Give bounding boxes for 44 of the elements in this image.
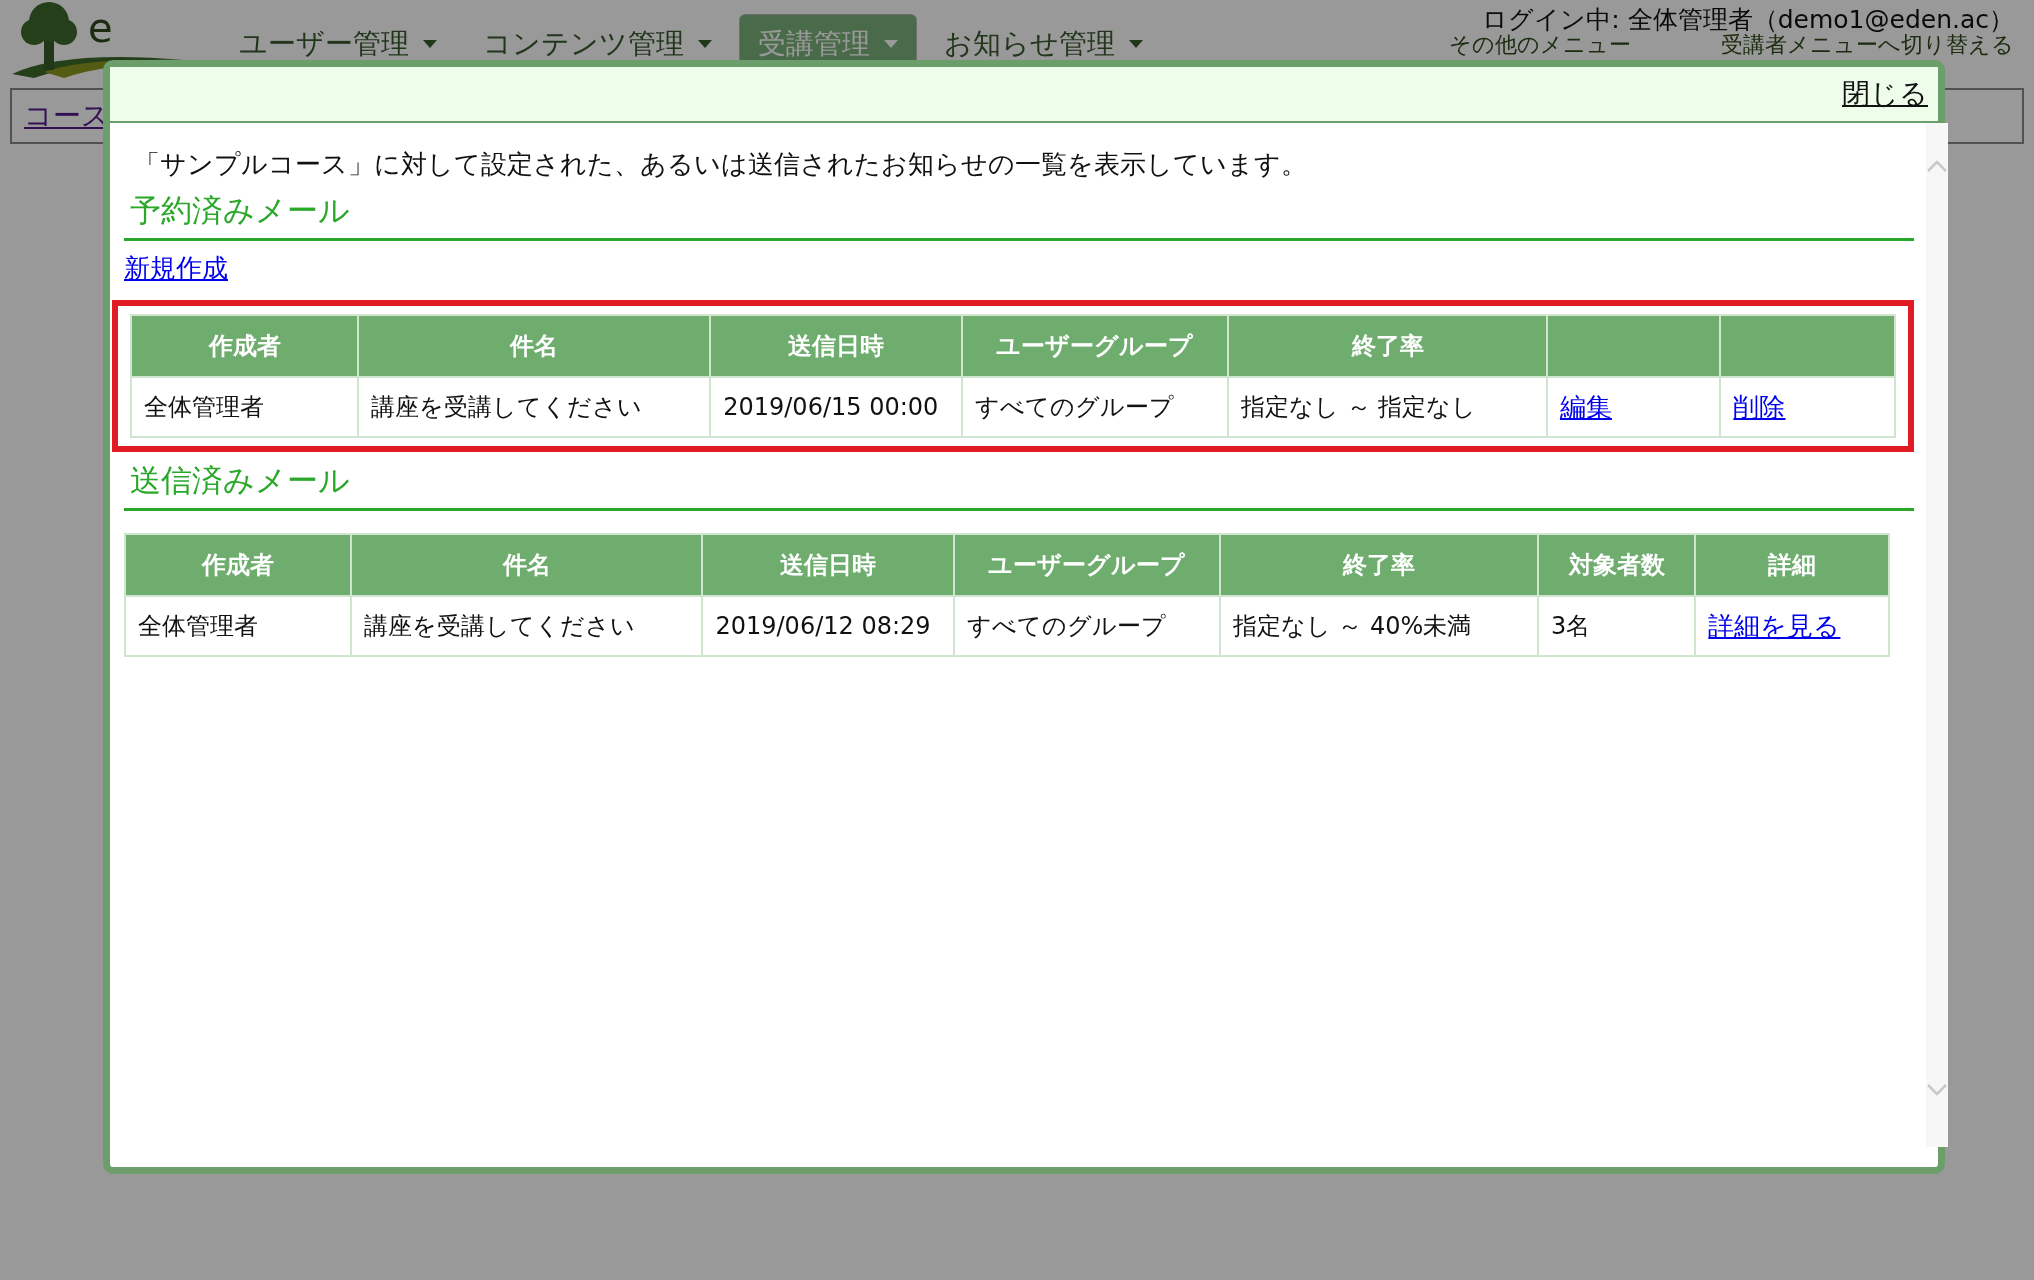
scroll-down-icon[interactable]: [1926, 1083, 1948, 1097]
column-header: 対象者数: [1538, 534, 1696, 596]
caret-icon: [1129, 40, 1143, 48]
nav-menu[interactable]: ユーザー管理: [220, 14, 456, 74]
caret-icon: [698, 40, 712, 48]
table-cell: 全体管理者: [131, 377, 359, 437]
column-header: 終了率: [1219, 534, 1538, 596]
menu-link[interactable]: 受講者メニューへ切り替える: [1721, 34, 2014, 56]
table-cell: 全体管理者: [125, 596, 352, 656]
close-link[interactable]: 閉じる: [1842, 75, 1928, 113]
login-status: ログイン中: 全体管理者（demo1@eden.ac）: [1482, 6, 2014, 34]
menu-link[interactable]: その他のメニュー: [1449, 34, 1631, 56]
section-title: 予約済みメール: [124, 190, 1914, 241]
caret-icon: [884, 40, 898, 48]
column-header: 送信日時: [710, 315, 962, 377]
table-cell: 講座を受講してください: [351, 596, 703, 656]
table-cell: 講座を受講してください: [358, 377, 711, 437]
nav-menu[interactable]: お知らせ管理: [925, 14, 1162, 74]
table-cell: 指定なし ～ 指定なし: [1228, 377, 1547, 437]
column-header: ユーザーグループ: [961, 315, 1229, 377]
create-link[interactable]: 新規作成: [124, 253, 228, 283]
column-header: 作成者: [125, 534, 352, 596]
column-header: 件名: [351, 534, 703, 596]
column-header: 詳細: [1695, 534, 1889, 596]
table-cell: 指定なし ～ 40%未満: [1219, 596, 1538, 656]
section-title: 送信済みメール: [124, 460, 1914, 511]
column-header: 終了率: [1228, 315, 1547, 377]
table-cell: 2019/06/12 08:29: [702, 596, 954, 656]
table-cell: 3名: [1538, 596, 1696, 656]
scroll-up-icon[interactable]: [1926, 159, 1948, 173]
action-link[interactable]: 削除: [1733, 391, 1786, 422]
table-cell: 2019/06/15 00:00: [710, 377, 962, 437]
action-link[interactable]: 詳細を見る: [1708, 610, 1841, 641]
table-cell: すべてのグループ: [961, 377, 1229, 437]
table-cell: すべてのグループ: [953, 596, 1220, 656]
intro-text: 「サンプルコース」に対して設定された、あるいは送信されたお知らせの一覧を表示しています。: [134, 148, 1308, 181]
column-header: 件名: [358, 315, 711, 377]
caret-icon: [423, 40, 437, 48]
logo-text: e: [88, 8, 113, 48]
column-header: ユーザーグループ: [953, 534, 1220, 596]
action-link[interactable]: 編集: [1559, 391, 1612, 422]
column-header: 送信日時: [702, 534, 954, 596]
column-header: 作成者: [131, 315, 359, 377]
nav-menu[interactable]: コンテンツ管理: [464, 14, 731, 74]
